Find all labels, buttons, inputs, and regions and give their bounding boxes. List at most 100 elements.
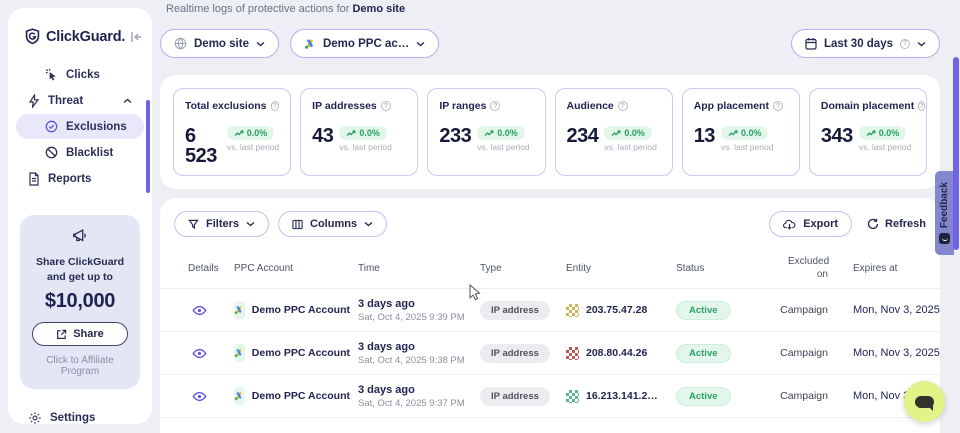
- feedback-tab[interactable]: Feedback: [935, 171, 954, 255]
- sidebar-item-label: Reports: [48, 173, 144, 185]
- megaphone-icon: [71, 227, 89, 245]
- excluded-on-cell: Campaign: [780, 304, 828, 316]
- sidebar-item-label: Blacklist: [66, 147, 144, 159]
- excluded-on-cell: Campaign: [780, 347, 828, 359]
- ppc-account-name: Demo PPC Account: [252, 390, 350, 402]
- help-icon[interactable]: ?: [490, 101, 500, 111]
- filters-button[interactable]: Filters: [174, 211, 269, 237]
- clickguard-logo-icon: [24, 28, 41, 46]
- time-cell: 3 days ago Sat, Oct 4, 2025 9:39 PM: [350, 298, 472, 323]
- sidebar-item-clicks[interactable]: Clicks: [16, 62, 144, 87]
- stat-card-ip-addresses: IP addresses? 43 0.0% vs. last period: [300, 88, 418, 176]
- ppc-account-name: Demo PPC Account: [252, 304, 350, 316]
- details-eye-icon[interactable]: [180, 305, 226, 316]
- stat-label: Audience: [567, 100, 614, 112]
- time-cell: 3 days ago Sat, Oct 4, 2025 9:38 PM: [350, 341, 472, 366]
- document-icon: [28, 172, 40, 186]
- stat-value: 343: [821, 126, 853, 146]
- table-header-row: Details PPC Account Time Type Entity Sta…: [160, 249, 940, 289]
- chat-launcher-button[interactable]: [904, 381, 945, 422]
- status-cell: Active: [668, 300, 775, 320]
- type-cell: IP address: [472, 386, 558, 406]
- type-cell: IP address: [472, 300, 558, 320]
- export-button[interactable]: Export: [769, 211, 852, 237]
- col-header-type[interactable]: Type: [472, 263, 558, 274]
- window-scrollbar[interactable]: [953, 57, 959, 250]
- refresh-icon: [867, 218, 879, 230]
- help-icon[interactable]: ?: [381, 101, 391, 111]
- entity-cell: 16.213.141.2…: [558, 390, 668, 403]
- date-range-selector[interactable]: Last 30 days ?: [791, 29, 940, 58]
- sidebar-item-threat[interactable]: Threat: [16, 88, 144, 113]
- affiliate-promo-card[interactable]: Share ClickGuard and get up to $10,000 S…: [20, 215, 140, 389]
- google-ads-icon: [234, 301, 245, 319]
- entity-value: 208.80.44.26: [586, 347, 647, 359]
- table-toolbar: Filters Columns Export: [160, 211, 940, 237]
- sidebar-item-reports[interactable]: Reports: [16, 166, 144, 191]
- circle-check-icon: [45, 120, 58, 133]
- stat-delta-badge: 0.0%: [339, 126, 387, 140]
- time-absolute: Sat, Oct 4, 2025 9:38 PM: [358, 355, 472, 366]
- sidebar-collapse-icon[interactable]: [130, 31, 142, 43]
- col-header-entity[interactable]: Entity: [558, 263, 668, 274]
- col-header-ppc-account[interactable]: PPC Account: [226, 263, 350, 274]
- sidebar-scrollbar[interactable]: [146, 100, 150, 193]
- promo-amount: $10,000: [28, 290, 132, 313]
- page-subtitle-site: Demo site: [352, 3, 405, 15]
- share-button[interactable]: Share: [32, 322, 128, 346]
- chevron-up-icon: [123, 98, 132, 104]
- google-ads-icon: [234, 344, 245, 362]
- time-relative: 3 days ago: [358, 341, 472, 353]
- stat-card-ip-ranges: IP ranges? 233 0.0% vs. last period: [427, 88, 545, 176]
- help-icon[interactable]: ?: [271, 101, 280, 111]
- export-button-label: Export: [803, 218, 838, 230]
- columns-button-label: Columns: [310, 218, 357, 230]
- chevron-down-icon: [246, 221, 255, 227]
- account-selector[interactable]: Demo PPC ac…: [290, 29, 439, 58]
- sidebar-item-blacklist[interactable]: Blacklist: [16, 140, 144, 165]
- sidebar-item-exclusions[interactable]: Exclusions: [16, 114, 144, 139]
- stat-period: vs. last period: [721, 142, 773, 152]
- google-ads-icon: [304, 38, 316, 50]
- help-icon[interactable]: ?: [918, 101, 924, 111]
- help-icon[interactable]: ?: [618, 101, 628, 111]
- entity-cell: 208.80.44.26: [558, 347, 668, 360]
- stat-delta-badge: 0.0%: [859, 126, 907, 140]
- site-selector[interactable]: Demo site: [160, 29, 279, 58]
- external-link-icon: [56, 329, 67, 340]
- chevron-down-icon: [917, 41, 926, 47]
- table-row-partial: 3 days ago: [160, 418, 940, 433]
- chevron-down-icon: [416, 41, 425, 47]
- stat-value: 43: [312, 126, 333, 146]
- details-eye-icon[interactable]: [180, 348, 226, 359]
- time-relative: 3 days ago: [358, 384, 472, 396]
- status-cell: Active: [668, 343, 775, 363]
- col-header-excluded-on[interactable]: Excluded on: [780, 256, 828, 281]
- col-header-time[interactable]: Time: [350, 263, 472, 274]
- stat-value: 233: [439, 126, 471, 146]
- stat-label: IP ranges: [439, 100, 486, 112]
- stat-period: vs. last period: [859, 142, 911, 152]
- type-badge: IP address: [480, 344, 550, 363]
- sidebar-nav: Clicks Threat Exclusions Blacklist: [8, 62, 152, 191]
- stat-label: App placement: [694, 100, 769, 112]
- status-badge: Active: [676, 387, 731, 406]
- date-range-label: Last 30 days: [824, 38, 893, 50]
- details-eye-icon[interactable]: [180, 391, 226, 402]
- sidebar-item-settings[interactable]: Settings: [16, 405, 144, 424]
- columns-button[interactable]: Columns: [278, 211, 387, 237]
- sidebar: ClickGuard. Clicks Threat Exclusions: [8, 8, 152, 424]
- help-icon[interactable]: ?: [773, 101, 783, 111]
- sidebar-item-label: Threat: [48, 95, 115, 107]
- status-badge: Active: [676, 344, 731, 363]
- refresh-button[interactable]: Refresh: [867, 218, 926, 230]
- time-absolute: Sat, Oct 4, 2025 9:39 PM: [358, 312, 472, 323]
- calendar-icon: [805, 37, 817, 50]
- col-header-expires-at[interactable]: Expires at: [828, 263, 930, 274]
- table-row: Demo PPC Account 3 days ago Sat, Oct 4, …: [160, 375, 940, 418]
- col-header-details[interactable]: Details: [180, 263, 226, 274]
- logs-table-panel: Filters Columns Export: [160, 198, 940, 433]
- globe-icon: [174, 37, 187, 50]
- time-cell: 3 days ago Sat, Oct 4, 2025 9:37 PM: [350, 384, 472, 409]
- col-header-status[interactable]: Status: [668, 263, 775, 274]
